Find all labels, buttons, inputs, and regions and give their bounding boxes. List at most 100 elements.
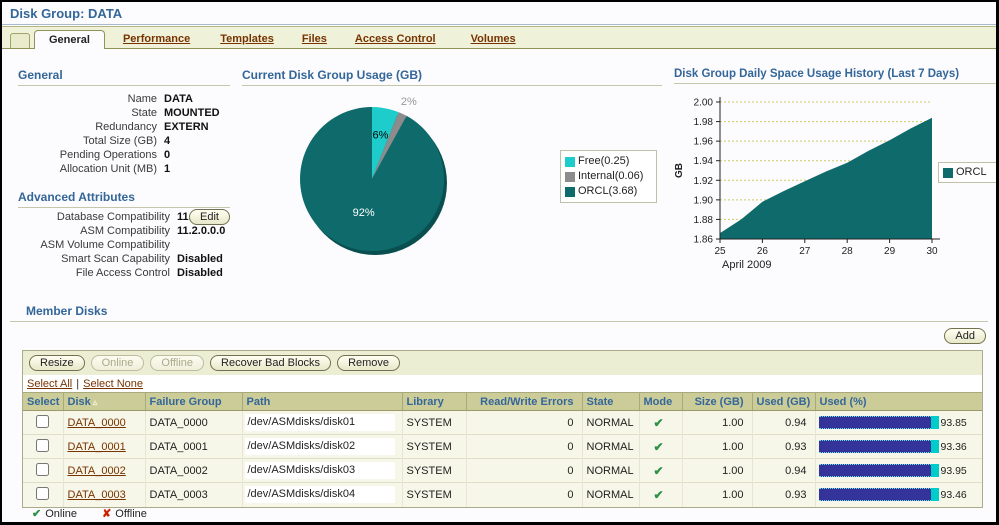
used-pct-value: 93.46 bbox=[941, 489, 967, 501]
path-cell: /dev/ASMdisks/disk04 bbox=[242, 483, 402, 507]
selection-links: Select All | Select None bbox=[23, 375, 982, 392]
table-row: DATA_0002DATA_0002/dev/ASMdisks/disk03SY… bbox=[23, 459, 982, 483]
advanced-section-title: Advanced Attributes bbox=[18, 190, 230, 204]
tab-performance[interactable]: Performance bbox=[123, 33, 190, 45]
used-pct-value: 93.95 bbox=[941, 465, 967, 477]
disk-usage-pie-section: Current Disk Group Usage (GB) 6%2%92% Fr… bbox=[242, 68, 662, 86]
disk-link[interactable]: DATA_0000 bbox=[68, 417, 126, 429]
tab-files[interactable]: Files bbox=[302, 33, 327, 45]
edit-button[interactable]: Edit bbox=[189, 209, 230, 225]
used-pct-cell: 93.36 bbox=[815, 435, 982, 459]
general-field-label: State bbox=[18, 106, 157, 120]
used-pct-bar-fill bbox=[819, 440, 931, 453]
row-checkbox[interactable] bbox=[36, 439, 49, 452]
col-header-mode: Mode bbox=[639, 393, 682, 411]
online-check-icon: ✔ bbox=[644, 440, 664, 454]
svg-text:27: 27 bbox=[799, 246, 811, 257]
general-section: General NameDATAStateMOUNTEDRedundancyEX… bbox=[18, 68, 230, 176]
mode-cell: ✔ bbox=[639, 483, 682, 507]
used-pct-bar-fill bbox=[819, 464, 932, 477]
used-gb-cell: 0.94 bbox=[752, 459, 815, 483]
used-pct-cell: 93.95 bbox=[815, 459, 982, 483]
section-divider bbox=[18, 207, 230, 208]
failure-group-cell: DATA_0001 bbox=[145, 435, 242, 459]
tab-general[interactable]: General bbox=[34, 30, 105, 49]
tab-volumes[interactable]: Volumes bbox=[471, 33, 516, 45]
area-chart-legend: ORCL bbox=[938, 162, 999, 183]
size-gb-cell: 1.00 bbox=[682, 483, 752, 507]
row-checkbox[interactable] bbox=[36, 463, 49, 476]
mode-cell: ✔ bbox=[639, 459, 682, 483]
advanced-field-row: Smart Scan CapabilityDisabled bbox=[18, 252, 230, 266]
row-checkbox[interactable] bbox=[36, 415, 49, 428]
advanced-field-label: ASM Volume Compatibility bbox=[18, 238, 170, 252]
advanced-field-value: 11.2.0.0.0 bbox=[177, 225, 225, 237]
recover-bad-blocks-button[interactable]: Recover Bad Blocks bbox=[210, 355, 331, 371]
link-separator: | bbox=[76, 378, 79, 390]
pie-chart-legend: Free(0.25)Internal(0.06)ORCL(3.68) bbox=[560, 150, 657, 203]
advanced-field-label: ASM Compatibility bbox=[18, 224, 170, 238]
general-field-row: Allocation Unit (MB)1 bbox=[18, 162, 230, 176]
svg-text:1.98: 1.98 bbox=[694, 117, 714, 128]
state-cell: NORMAL bbox=[582, 459, 639, 483]
col-header-disk[interactable]: Disk▵ bbox=[63, 393, 145, 411]
general-field-row: Total Size (GB)4 bbox=[18, 134, 230, 148]
col-header-failure-group: Failure Group bbox=[145, 393, 242, 411]
disk-link[interactable]: DATA_0001 bbox=[68, 441, 126, 453]
pie-chart-title: Current Disk Group Usage (GB) bbox=[242, 68, 662, 82]
section-divider bbox=[674, 83, 999, 84]
general-field-value: DATA bbox=[164, 93, 193, 105]
select-cell bbox=[23, 483, 63, 507]
legend-label: Free(0.25) bbox=[578, 154, 629, 169]
svg-text:30: 30 bbox=[926, 246, 938, 257]
select-all-link[interactable]: Select All bbox=[27, 378, 72, 390]
path-value: /dev/ASMdisks/disk03 bbox=[245, 462, 395, 479]
legend-item: Internal(0.06) bbox=[565, 169, 652, 184]
tab-templates[interactable]: Templates bbox=[220, 33, 274, 45]
col-header-size-gb-: Size (GB) bbox=[682, 393, 752, 411]
svg-text:92%: 92% bbox=[353, 207, 375, 219]
library-cell: SYSTEM bbox=[402, 483, 466, 507]
state-cell: NORMAL bbox=[582, 483, 639, 507]
col-header-state: State bbox=[582, 393, 639, 411]
size-gb-cell: 1.00 bbox=[682, 411, 752, 435]
space-history-area-chart: 2.001.981.961.941.921.901.881.8625262728… bbox=[668, 94, 999, 279]
area-chart-title: Disk Group Daily Space Usage History (La… bbox=[674, 68, 999, 80]
online-check-icon: ✔ bbox=[644, 416, 664, 430]
page-title: Disk Group: DATA bbox=[10, 6, 122, 21]
used-pct-bar bbox=[819, 440, 939, 453]
rw-errors-cell: 0 bbox=[466, 411, 582, 435]
offline-label: Offline bbox=[115, 508, 147, 520]
general-field-row: RedundancyEXTERN bbox=[18, 120, 230, 134]
failure-group-cell: DATA_0003 bbox=[145, 483, 242, 507]
advanced-field-label: Smart Scan Capability bbox=[18, 252, 170, 266]
general-field-value: 0 bbox=[164, 149, 170, 161]
tab-access-control[interactable]: Access Control bbox=[355, 33, 436, 45]
used-pct-cell: 93.46 bbox=[815, 483, 982, 507]
offline-button: Offline bbox=[150, 355, 204, 371]
add-disk-button[interactable]: Add bbox=[944, 328, 986, 344]
row-checkbox[interactable] bbox=[36, 487, 49, 500]
remove-button[interactable]: Remove bbox=[337, 355, 400, 371]
used-pct-bar-fill bbox=[819, 488, 931, 501]
disk-cell: DATA_0003 bbox=[63, 483, 145, 507]
svg-text:2.00: 2.00 bbox=[694, 98, 714, 109]
offline-x-icon: ✘ bbox=[102, 508, 111, 520]
col-header-path: Path bbox=[242, 393, 402, 411]
online-button: Online bbox=[91, 355, 145, 371]
mode-cell: ✔ bbox=[639, 411, 682, 435]
legend-item: ORCL(3.68) bbox=[565, 184, 652, 199]
table-row: DATA_0001DATA_0001/dev/ASMdisks/disk02SY… bbox=[23, 435, 982, 459]
select-none-link[interactable]: Select None bbox=[83, 378, 143, 390]
general-field-label: Allocation Unit (MB) bbox=[18, 162, 157, 176]
svg-text:April 2009: April 2009 bbox=[722, 259, 772, 271]
rw-errors-cell: 0 bbox=[466, 459, 582, 483]
used-gb-cell: 0.93 bbox=[752, 435, 815, 459]
legend-label: ORCL(3.68) bbox=[578, 184, 637, 199]
disk-link[interactable]: DATA_0003 bbox=[68, 489, 126, 501]
online-check-icon: ✔ bbox=[32, 508, 41, 520]
used-pct-bar bbox=[819, 464, 939, 477]
resize-button[interactable]: Resize bbox=[29, 355, 85, 371]
general-field-value: MOUNTED bbox=[164, 107, 220, 119]
disk-link[interactable]: DATA_0002 bbox=[68, 465, 126, 477]
